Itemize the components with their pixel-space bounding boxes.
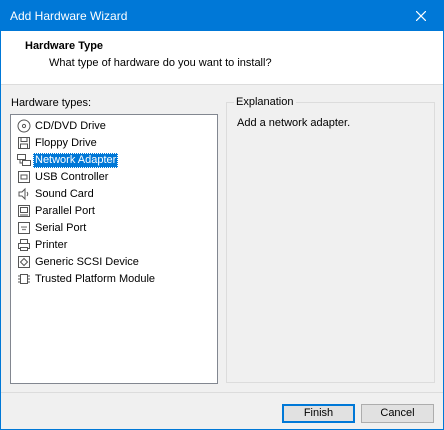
finish-button[interactable]: Finish <box>282 404 355 423</box>
list-item-sound-card[interactable]: Sound Card <box>17 186 96 202</box>
list-item-generic-scsi-device[interactable]: Generic SCSI Device <box>17 254 141 270</box>
wizard-header: Hardware Type What type of hardware do y… <box>1 31 443 85</box>
list-item-label: Serial Port <box>35 221 87 234</box>
window-title: Add Hardware Wizard <box>10 9 128 23</box>
list-item-parallel-port[interactable]: Parallel Port <box>17 203 97 219</box>
page-subtitle: What type of hardware do you want to ins… <box>49 57 272 69</box>
list-item-label: Generic SCSI Device <box>35 255 139 268</box>
list-item-label: CD/DVD Drive <box>35 119 106 132</box>
list-item-printer[interactable]: Printer <box>17 237 69 253</box>
list-item-label: Trusted Platform Module <box>35 272 156 285</box>
network-adapter-icon <box>17 153 31 167</box>
explanation-text: Add a network adapter. <box>237 117 351 129</box>
add-hardware-wizard-window: Add Hardware Wizard Hardware Type What t… <box>0 0 444 430</box>
printer-icon <box>17 238 31 252</box>
close-button[interactable] <box>399 1 443 31</box>
list-item-label: USB Controller <box>35 170 109 183</box>
explanation-label: Explanation <box>234 96 296 108</box>
list-item-label: Sound Card <box>35 187 94 200</box>
list-item-cd-dvd-drive[interactable]: CD/DVD Drive <box>17 118 108 134</box>
parallel-port-icon <box>17 204 31 218</box>
list-item-label: Parallel Port <box>35 204 95 217</box>
cd-dvd-icon <box>17 119 31 133</box>
list-item-trusted-platform-module[interactable]: Trusted Platform Module <box>17 271 157 287</box>
list-item-usb-controller[interactable]: USB Controller <box>17 169 110 185</box>
usb-icon <box>17 170 31 184</box>
tpm-icon <box>17 272 31 286</box>
serial-port-icon <box>17 221 31 235</box>
scsi-icon <box>17 255 31 269</box>
list-item-floppy-drive[interactable]: Floppy Drive <box>17 135 99 151</box>
list-item-label: Printer <box>35 238 68 251</box>
list-item-label: Floppy Drive <box>35 136 97 149</box>
list-item-label: Network Adapter <box>33 152 119 168</box>
list-item-network-adapter[interactable]: Network Adapter <box>17 152 119 168</box>
hardware-types-label: Hardware types: <box>11 97 92 109</box>
close-icon <box>416 11 426 21</box>
list-item-serial-port[interactable]: Serial Port <box>17 220 88 236</box>
hardware-types-list[interactable]: CD/DVD Drive Floppy Drive Network Adapte… <box>10 114 218 384</box>
cancel-button[interactable]: Cancel <box>361 404 434 423</box>
page-title: Hardware Type <box>25 40 104 52</box>
floppy-icon <box>17 136 31 150</box>
title-bar[interactable]: Add Hardware Wizard <box>1 1 443 31</box>
speaker-icon <box>17 187 31 201</box>
explanation-group: Explanation Add a network adapter. <box>226 96 435 383</box>
footer-divider <box>1 392 443 393</box>
